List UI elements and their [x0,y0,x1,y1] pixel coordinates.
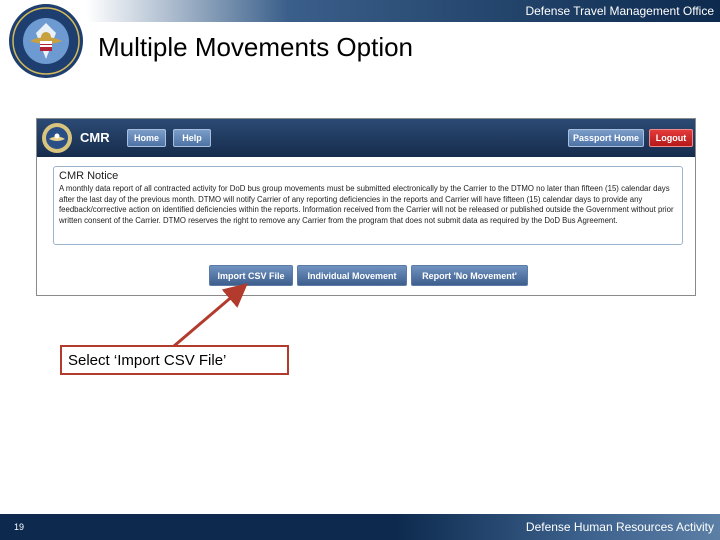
report-no-movement-button[interactable]: Report 'No Movement' [411,265,528,286]
slide-title: Multiple Movements Option [98,32,414,62]
dod-logo-icon [42,123,72,153]
passport-home-button[interactable]: Passport Home [568,129,644,147]
help-button[interactable]: Help [173,129,211,147]
app-name: CMR [80,130,110,145]
app-header: CMR Home Help Passport Home Logout [37,119,695,157]
home-button[interactable]: Home [127,129,166,147]
org-title: Defense Travel Management Office [525,4,714,18]
notice-title: CMR Notice [59,170,119,182]
import-csv-button[interactable]: Import CSV File [209,265,293,286]
cmr-app-window: CMR Home Help Passport Home Logout CMR N… [36,118,696,296]
top-banner: Defense Travel Management Office [0,0,720,22]
slide-number: 19 [14,522,25,532]
individual-movement-button[interactable]: Individual Movement [297,265,407,286]
instruction-callout: Select ‘Import CSV File’ [60,345,289,375]
dod-seal-icon [9,4,83,78]
logout-button[interactable]: Logout [649,129,693,147]
notice-body: A monthly data report of all contracted … [59,184,674,225]
bottom-banner: 19 Defense Human Resources Activity [0,514,720,540]
cmr-notice-box: CMR Notice A monthly data report of all … [53,166,683,245]
footer-org: Defense Human Resources Activity [525,520,714,534]
